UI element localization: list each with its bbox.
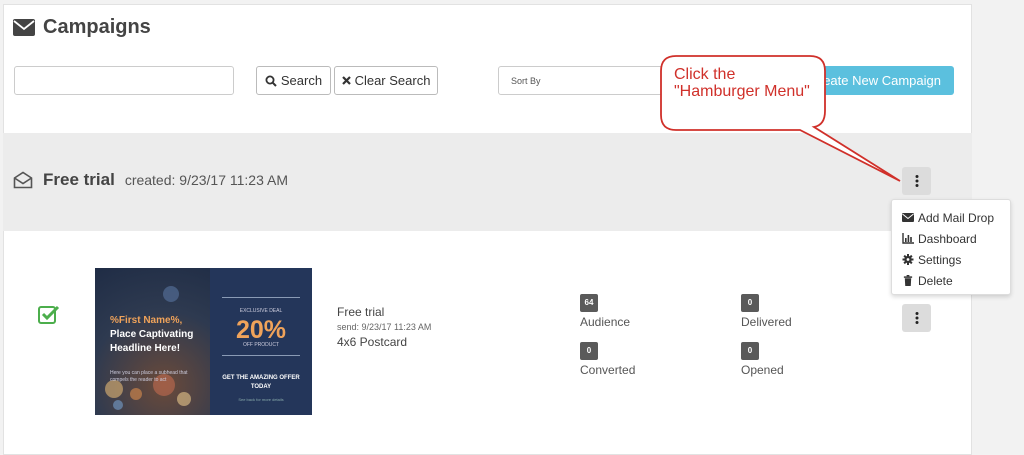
envelope-icon	[13, 19, 35, 36]
page-title-text: Campaigns	[43, 16, 151, 38]
postcard-divider	[222, 297, 300, 298]
postcard-cta: GET THE AMAZING OFFER TODAY	[222, 375, 300, 390]
callout-text: Click the "Hamburger Menu"	[674, 66, 810, 100]
mail-drop-menu-button[interactable]	[902, 304, 931, 332]
postcard-headline: %First Name%, Place Captivating Headline…	[110, 314, 205, 356]
campaign-hamburger-menu-button[interactable]	[902, 167, 931, 195]
stat-converted: 0 Converted	[580, 340, 635, 377]
mail-drop-name: Free trial	[337, 305, 385, 319]
menu-item-label: Add Mail Drop	[918, 210, 995, 225]
stat-badge: 64	[580, 294, 598, 312]
envelope-icon	[902, 213, 914, 222]
postcard-off-label: OFF PRODUCT	[242, 342, 280, 348]
close-icon	[341, 76, 351, 85]
page-title: Campaigns	[13, 16, 151, 39]
stat-badge: 0	[741, 294, 759, 312]
postcard-divider	[222, 355, 300, 356]
stat-badge: 0	[741, 342, 759, 360]
campaign-created: created: 9/23/17 11:23 AM	[124, 172, 288, 188]
stat-audience: 64 Audience	[580, 292, 630, 329]
trash-icon	[903, 275, 913, 286]
stat-opened: 0 Opened	[741, 340, 784, 377]
stat-label: Delivered	[741, 315, 792, 329]
postcard-right-panel: EXCLUSIVE DEAL 20% OFF PRODUCT GET THE A…	[210, 268, 312, 415]
checkbox-checked-icon[interactable]	[38, 305, 60, 325]
campaign-header: Free trial created: 9/23/17 11:23 AM	[13, 170, 288, 190]
postcard-thumbnail[interactable]: %First Name%, Place Captivating Headline…	[95, 268, 312, 415]
create-new-campaign-label: Create New Campaign	[809, 73, 941, 88]
vertical-ellipsis-icon	[915, 312, 918, 324]
postcard-headline-text: Place Captivating Headline Here!	[110, 329, 194, 354]
menu-item-add-mail-drop[interactable]: Add Mail Drop	[892, 207, 1010, 228]
stat-label: Audience	[580, 315, 631, 329]
stat-label: Opened	[741, 363, 784, 377]
bar-chart-icon	[902, 233, 914, 244]
menu-item-dashboard[interactable]: Dashboard	[892, 228, 1010, 249]
mail-drop-send-date: send: 9/23/17 11:23 AM	[337, 322, 432, 332]
menu-item-label: Delete	[918, 273, 953, 288]
postcard-left-panel: %First Name%, Place Captivating Headline…	[95, 268, 210, 415]
postcard-subhead: Here you can place a subhead that compel…	[110, 370, 188, 383]
menu-item-label: Dashboard	[918, 231, 977, 246]
campaign-name: Free trial	[43, 170, 115, 189]
search-icon	[265, 75, 277, 87]
clear-search-button[interactable]: Clear Search	[334, 66, 438, 95]
clear-search-label: Clear Search	[354, 73, 431, 88]
postcard-headline-name: %First Name%,	[110, 315, 183, 326]
postcard-percent: 20%	[235, 316, 287, 344]
search-button[interactable]: Search	[256, 66, 331, 95]
vertical-ellipsis-icon	[915, 175, 918, 187]
stat-badge: 0	[580, 342, 598, 360]
search-button-label: Search	[280, 73, 323, 88]
gear-icon	[902, 254, 914, 265]
stat-label: Converted	[580, 363, 636, 377]
menu-item-label: Settings	[918, 252, 962, 267]
stat-delivered: 0 Delivered	[741, 292, 792, 329]
search-input[interactable]	[14, 66, 234, 95]
menu-item-settings[interactable]: Settings	[892, 249, 1010, 270]
mail-drop-info: Free trial send: 9/23/17 11:23 AM 4x6 Po…	[337, 305, 431, 349]
postcard-link: See back for more details	[238, 397, 284, 402]
postcard-deal-label: EXCLUSIVE DEAL	[239, 308, 283, 314]
sort-by-placeholder: Sort By	[511, 75, 541, 86]
menu-item-delete[interactable]: Delete	[892, 270, 1010, 291]
campaign-dropdown-menu: Add Mail Drop Dashboard Settings Delete	[891, 199, 1011, 295]
envelope-open-icon	[13, 171, 33, 189]
mail-drop-type: 4x6 Postcard	[337, 335, 408, 349]
